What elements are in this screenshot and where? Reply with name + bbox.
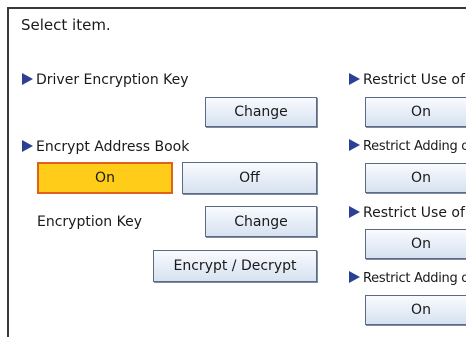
driver-encryption-key-row: Driver Encryption Key	[22, 72, 189, 88]
right-item-2-label: Restrict Adding of	[363, 139, 466, 154]
right-item-1-row: Restrict Use of	[349, 72, 465, 88]
address-book-on-button[interactable]: On	[37, 162, 173, 194]
encryption-key-change-button[interactable]: Change	[205, 206, 317, 237]
right-item-3-label: Restrict Use of	[363, 205, 465, 221]
encrypt-address-book-label: Encrypt Address Book	[36, 139, 190, 155]
driver-key-change-button[interactable]: Change	[205, 97, 317, 127]
right-item-3-on-button[interactable]: On	[365, 229, 466, 259]
triangle-arrow-icon	[349, 206, 360, 218]
triangle-arrow-icon	[22, 73, 33, 85]
right-item-2-row: Restrict Adding of	[349, 139, 466, 154]
triangle-arrow-icon	[349, 73, 360, 85]
encrypt-address-book-row: Encrypt Address Book	[22, 139, 189, 155]
encryption-key-label: Encryption Key	[37, 214, 142, 230]
triangle-arrow-icon	[349, 271, 360, 283]
triangle-arrow-icon	[22, 140, 33, 152]
driver-encryption-key-label: Driver Encryption Key	[36, 72, 189, 88]
encrypt-decrypt-button[interactable]: Encrypt / Decrypt	[153, 250, 317, 282]
triangle-arrow-icon	[349, 139, 360, 151]
right-item-4-row: Restrict Adding of	[349, 271, 466, 286]
right-item-1-on-button[interactable]: On	[365, 97, 466, 127]
right-item-4-on-button[interactable]: On	[365, 295, 466, 325]
right-item-1-label: Restrict Use of	[363, 72, 465, 88]
right-item-3-row: Restrict Use of	[349, 205, 465, 221]
address-book-off-button[interactable]: Off	[182, 162, 317, 194]
right-item-4-label: Restrict Adding of	[363, 271, 466, 286]
right-item-2-on-button[interactable]: On	[365, 163, 466, 193]
page-title: Select item.	[21, 16, 111, 34]
